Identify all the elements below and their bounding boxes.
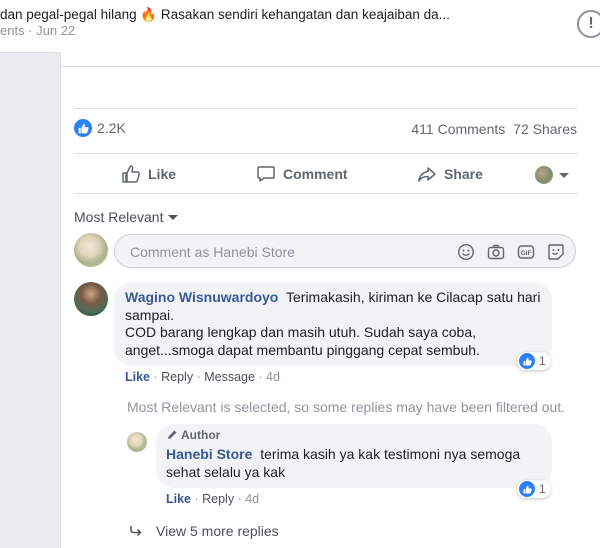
post-meta[interactable]: ents · Jun 22	[0, 23, 75, 38]
current-user-avatar	[74, 233, 108, 267]
thumbs-up-icon	[122, 165, 141, 183]
reply-reaction-badge[interactable]: 1	[517, 480, 551, 498]
reply-actions: Like · Reply · 4d	[166, 492, 260, 506]
like-button[interactable]: Like	[121, 164, 176, 184]
comment-button[interactable]: Comment	[256, 164, 348, 184]
caret-down-icon	[168, 214, 179, 220]
shares-count-link[interactable]: 72 Shares	[513, 121, 577, 137]
view-more-replies-label: View 5 more replies	[156, 523, 279, 539]
engagement-counts: 411 Comments 72 Shares	[407, 121, 577, 137]
reply-bubble: Author Hanebi Store terima kasih ya kak …	[156, 424, 552, 488]
reply-time[interactable]: 4d	[245, 492, 259, 506]
comment-bubble: Wagino Wisnuwardoyo Terimakasih, kiriman…	[114, 282, 552, 366]
post-text: dan pegal-pegal hilang 🔥 Rasakan sendiri…	[0, 7, 450, 22]
comment-actions: Like · Reply · Message · 4d	[125, 370, 280, 384]
comment-reaction-count: 1	[539, 354, 546, 368]
gif-icon[interactable]: GIF	[517, 243, 535, 261]
share-button[interactable]: Share	[417, 164, 483, 184]
reply-reaction-count: 1	[539, 482, 546, 496]
pencil-icon	[168, 430, 177, 439]
comment-reply-link[interactable]: Reply	[161, 370, 193, 384]
reaction-count: 2.2K	[97, 120, 126, 136]
comment-message-link[interactable]: Message	[204, 370, 255, 384]
comment-text-continued: COD barang lengkap dan masih utuh. Sudah…	[125, 324, 480, 358]
like-reaction-icon	[519, 481, 535, 497]
divider	[74, 108, 577, 109]
comment-body: Wagino Wisnuwardoyo Terimakasih, kiriman…	[125, 289, 545, 359]
page-avatar	[535, 166, 553, 184]
share-arrow-icon	[418, 167, 436, 182]
divider	[74, 193, 577, 194]
sticker-icon[interactable]	[547, 243, 565, 261]
post-as-selector[interactable]	[535, 166, 569, 184]
comment-sort-dropdown[interactable]: Most Relevant	[74, 209, 179, 225]
comment-time[interactable]: 4d	[266, 370, 280, 384]
camera-icon[interactable]	[487, 243, 505, 261]
reply-author-avatar[interactable]	[127, 432, 147, 452]
comment-input[interactable]	[128, 243, 432, 261]
divider	[61, 66, 600, 67]
like-label: Like	[148, 166, 177, 182]
author-badge: Author	[166, 428, 220, 442]
reaction-summary[interactable]: 2.2K	[74, 119, 126, 137]
reply-body: Hanebi Store terima kasih ya kak testimo…	[166, 446, 546, 481]
like-reaction-icon	[74, 119, 92, 137]
filter-notice: Most Relevant is selected, so some repli…	[127, 399, 566, 415]
report-alert-icon[interactable]: !	[577, 10, 600, 38]
post-card: 2.2K 411 Comments 72 Shares Like Comment…	[60, 52, 600, 548]
svg-text:GIF: GIF	[521, 250, 532, 257]
share-label: Share	[444, 166, 483, 182]
emoji-icon[interactable]	[457, 243, 475, 261]
caret-down-icon	[559, 172, 569, 178]
comment-like-link[interactable]: Like	[125, 370, 150, 384]
sort-label: Most Relevant	[74, 209, 164, 225]
comment-reaction-badge[interactable]: 1	[517, 352, 551, 370]
author-badge-label: Author	[181, 428, 221, 442]
view-more-replies-link[interactable]: View 5 more replies	[129, 523, 279, 539]
comment-composer[interactable]: GIF	[114, 234, 576, 268]
divider	[74, 153, 577, 154]
comment-author[interactable]: Wagino Wisnuwardoyo	[125, 289, 278, 305]
composer-tools: GIF	[457, 243, 565, 261]
reply-like-link[interactable]: Like	[166, 492, 191, 506]
comment-label: Comment	[283, 166, 348, 182]
reply-arrow-icon	[130, 526, 142, 537]
reply-author[interactable]: Hanebi Store	[166, 446, 252, 462]
speech-bubble-icon	[257, 166, 275, 182]
reply-reply-link[interactable]: Reply	[202, 492, 234, 506]
like-reaction-icon	[519, 353, 535, 369]
commenter-avatar[interactable]	[74, 282, 108, 316]
post-header: dan pegal-pegal hilang 🔥 Rasakan sendiri…	[0, 0, 600, 53]
comments-count-link[interactable]: 411 Comments	[411, 121, 505, 137]
